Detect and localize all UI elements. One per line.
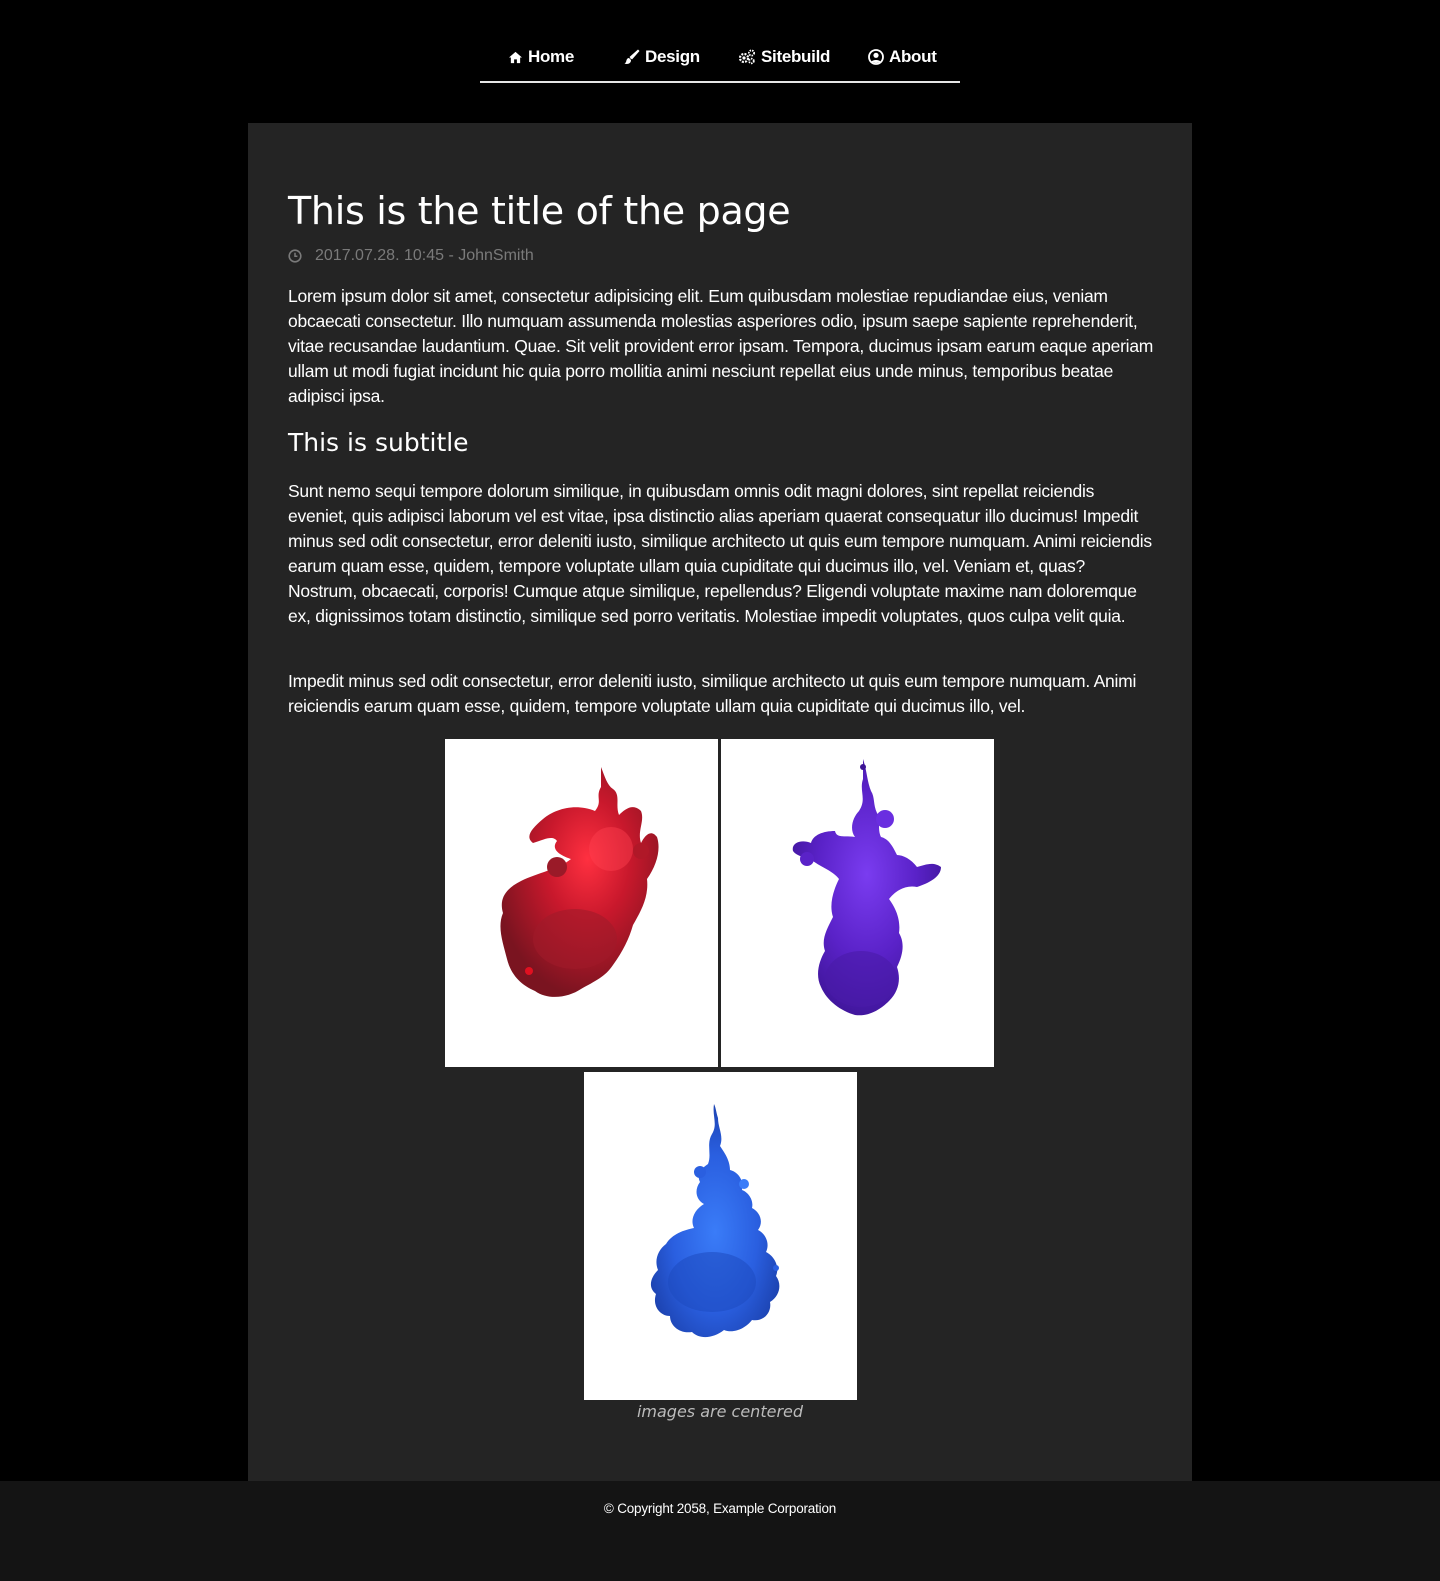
home-icon [509,51,522,63]
nav-item-design[interactable]: Design [624,46,700,68]
copyright-text: © Copyright 2058, Example Corporation [603,1501,837,1516]
brush-icon [624,49,640,64]
post-meta: 2017.07.28. 10:45 - JohnSmith [288,247,534,265]
nav-item-label: About [889,47,937,66]
blue-ink-image [584,1072,857,1400]
nav-item-sitebuild[interactable]: Sitebuild [738,46,830,68]
nav-item-label: Design [645,47,700,66]
nav-item-home[interactable]: Home [508,46,574,68]
nav-bar: Home Design Sitebuild About [480,38,960,83]
article-container: This is the title of the page 2017.07.28… [248,123,1192,1481]
user-circle-icon [868,49,884,65]
red-ink-image [445,739,718,1067]
nav-item-about[interactable]: About [868,46,937,68]
clock-icon [288,249,302,263]
gears-icon [738,49,755,65]
image-caption: images are centered [636,1402,804,1421]
nav-item-label: Sitebuild [761,47,831,66]
paragraph-intro: Lorem ipsum dolor sit amet, consectetur … [288,286,1154,406]
page-title: This is the title of the page [288,189,791,233]
footer: © Copyright 2058, Example Corporation [0,1481,1440,1581]
post-date-author: 2017.07.28. 10:45 - JohnSmith [315,247,534,264]
paragraph-extra: Impedit minus sed odit consectetur, erro… [288,671,1137,716]
purple-ink-image [721,739,994,1067]
subtitle: This is subtitle [288,428,469,457]
nav-item-label: Home [528,47,575,66]
top-navigation: Home Design Sitebuild About [0,0,1440,123]
paragraph-body: Sunt nemo sequi tempore dolorum similiqu… [288,481,1152,626]
